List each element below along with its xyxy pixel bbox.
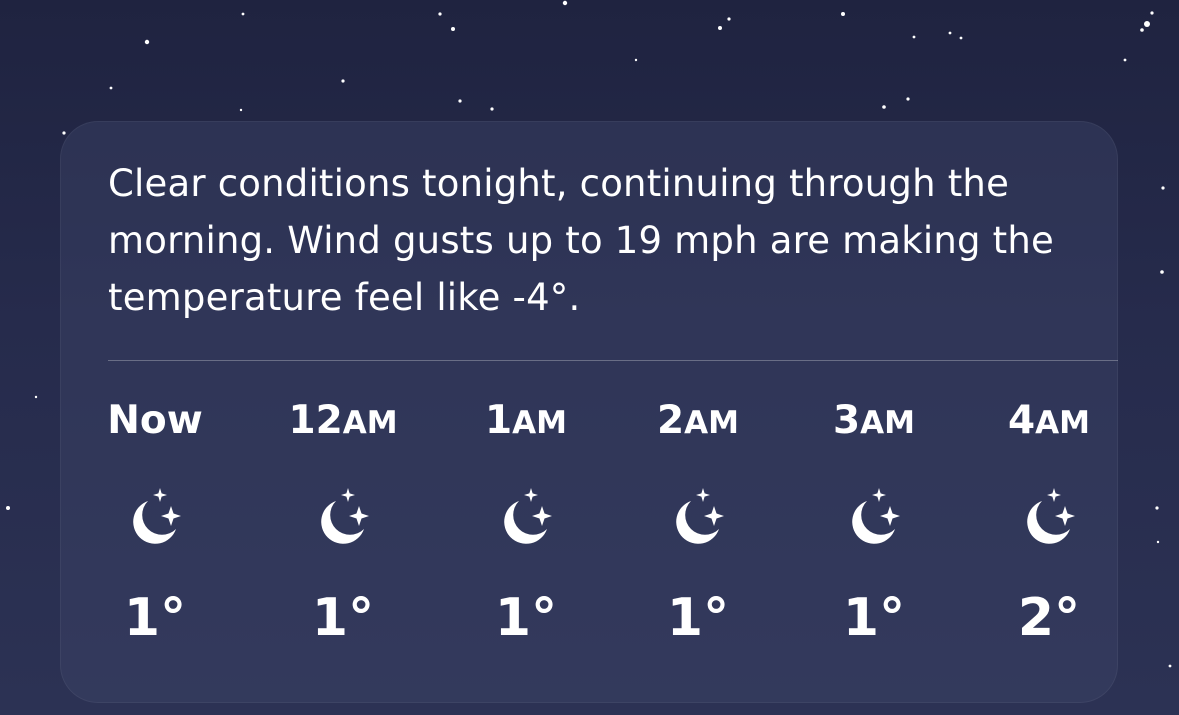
temperature: 1°: [842, 588, 906, 648]
hour-label: 4AM: [1008, 398, 1090, 443]
moon-stars-icon: [1018, 483, 1080, 549]
hourly-item-2am: 2AM 1°: [618, 391, 778, 661]
temperature: 1°: [123, 588, 187, 648]
hourly-item-now: Now 1°: [75, 391, 235, 661]
moon-stars-icon: [667, 483, 729, 549]
hour-label: 12AM: [288, 398, 398, 443]
moon-stars-icon: [124, 483, 186, 549]
temperature: 2°: [1017, 588, 1081, 648]
temperature: 1°: [311, 588, 375, 648]
hourly-item-4am: 4AM 2°: [969, 391, 1129, 661]
moon-stars-icon: [495, 483, 557, 549]
hourly-item-12am: 12AM 1°: [263, 391, 423, 661]
divider: [108, 360, 1118, 361]
temperature: 1°: [666, 588, 730, 648]
hourly-item-3am: 3AM 1°: [794, 391, 954, 661]
hourly-item-1am: 1AM 1°: [446, 391, 606, 661]
hour-label: 3AM: [833, 398, 915, 443]
moon-stars-icon: [312, 483, 374, 549]
hour-label: Now: [107, 398, 203, 443]
hour-label: 2AM: [657, 398, 739, 443]
hour-label: 1AM: [485, 398, 567, 443]
temperature: 1°: [494, 588, 558, 648]
conditions-summary: Clear conditions tonight, continuing thr…: [108, 162, 1054, 319]
weather-forecast-card: Clear conditions tonight, continuing thr…: [60, 121, 1118, 703]
moon-stars-icon: [843, 483, 905, 549]
